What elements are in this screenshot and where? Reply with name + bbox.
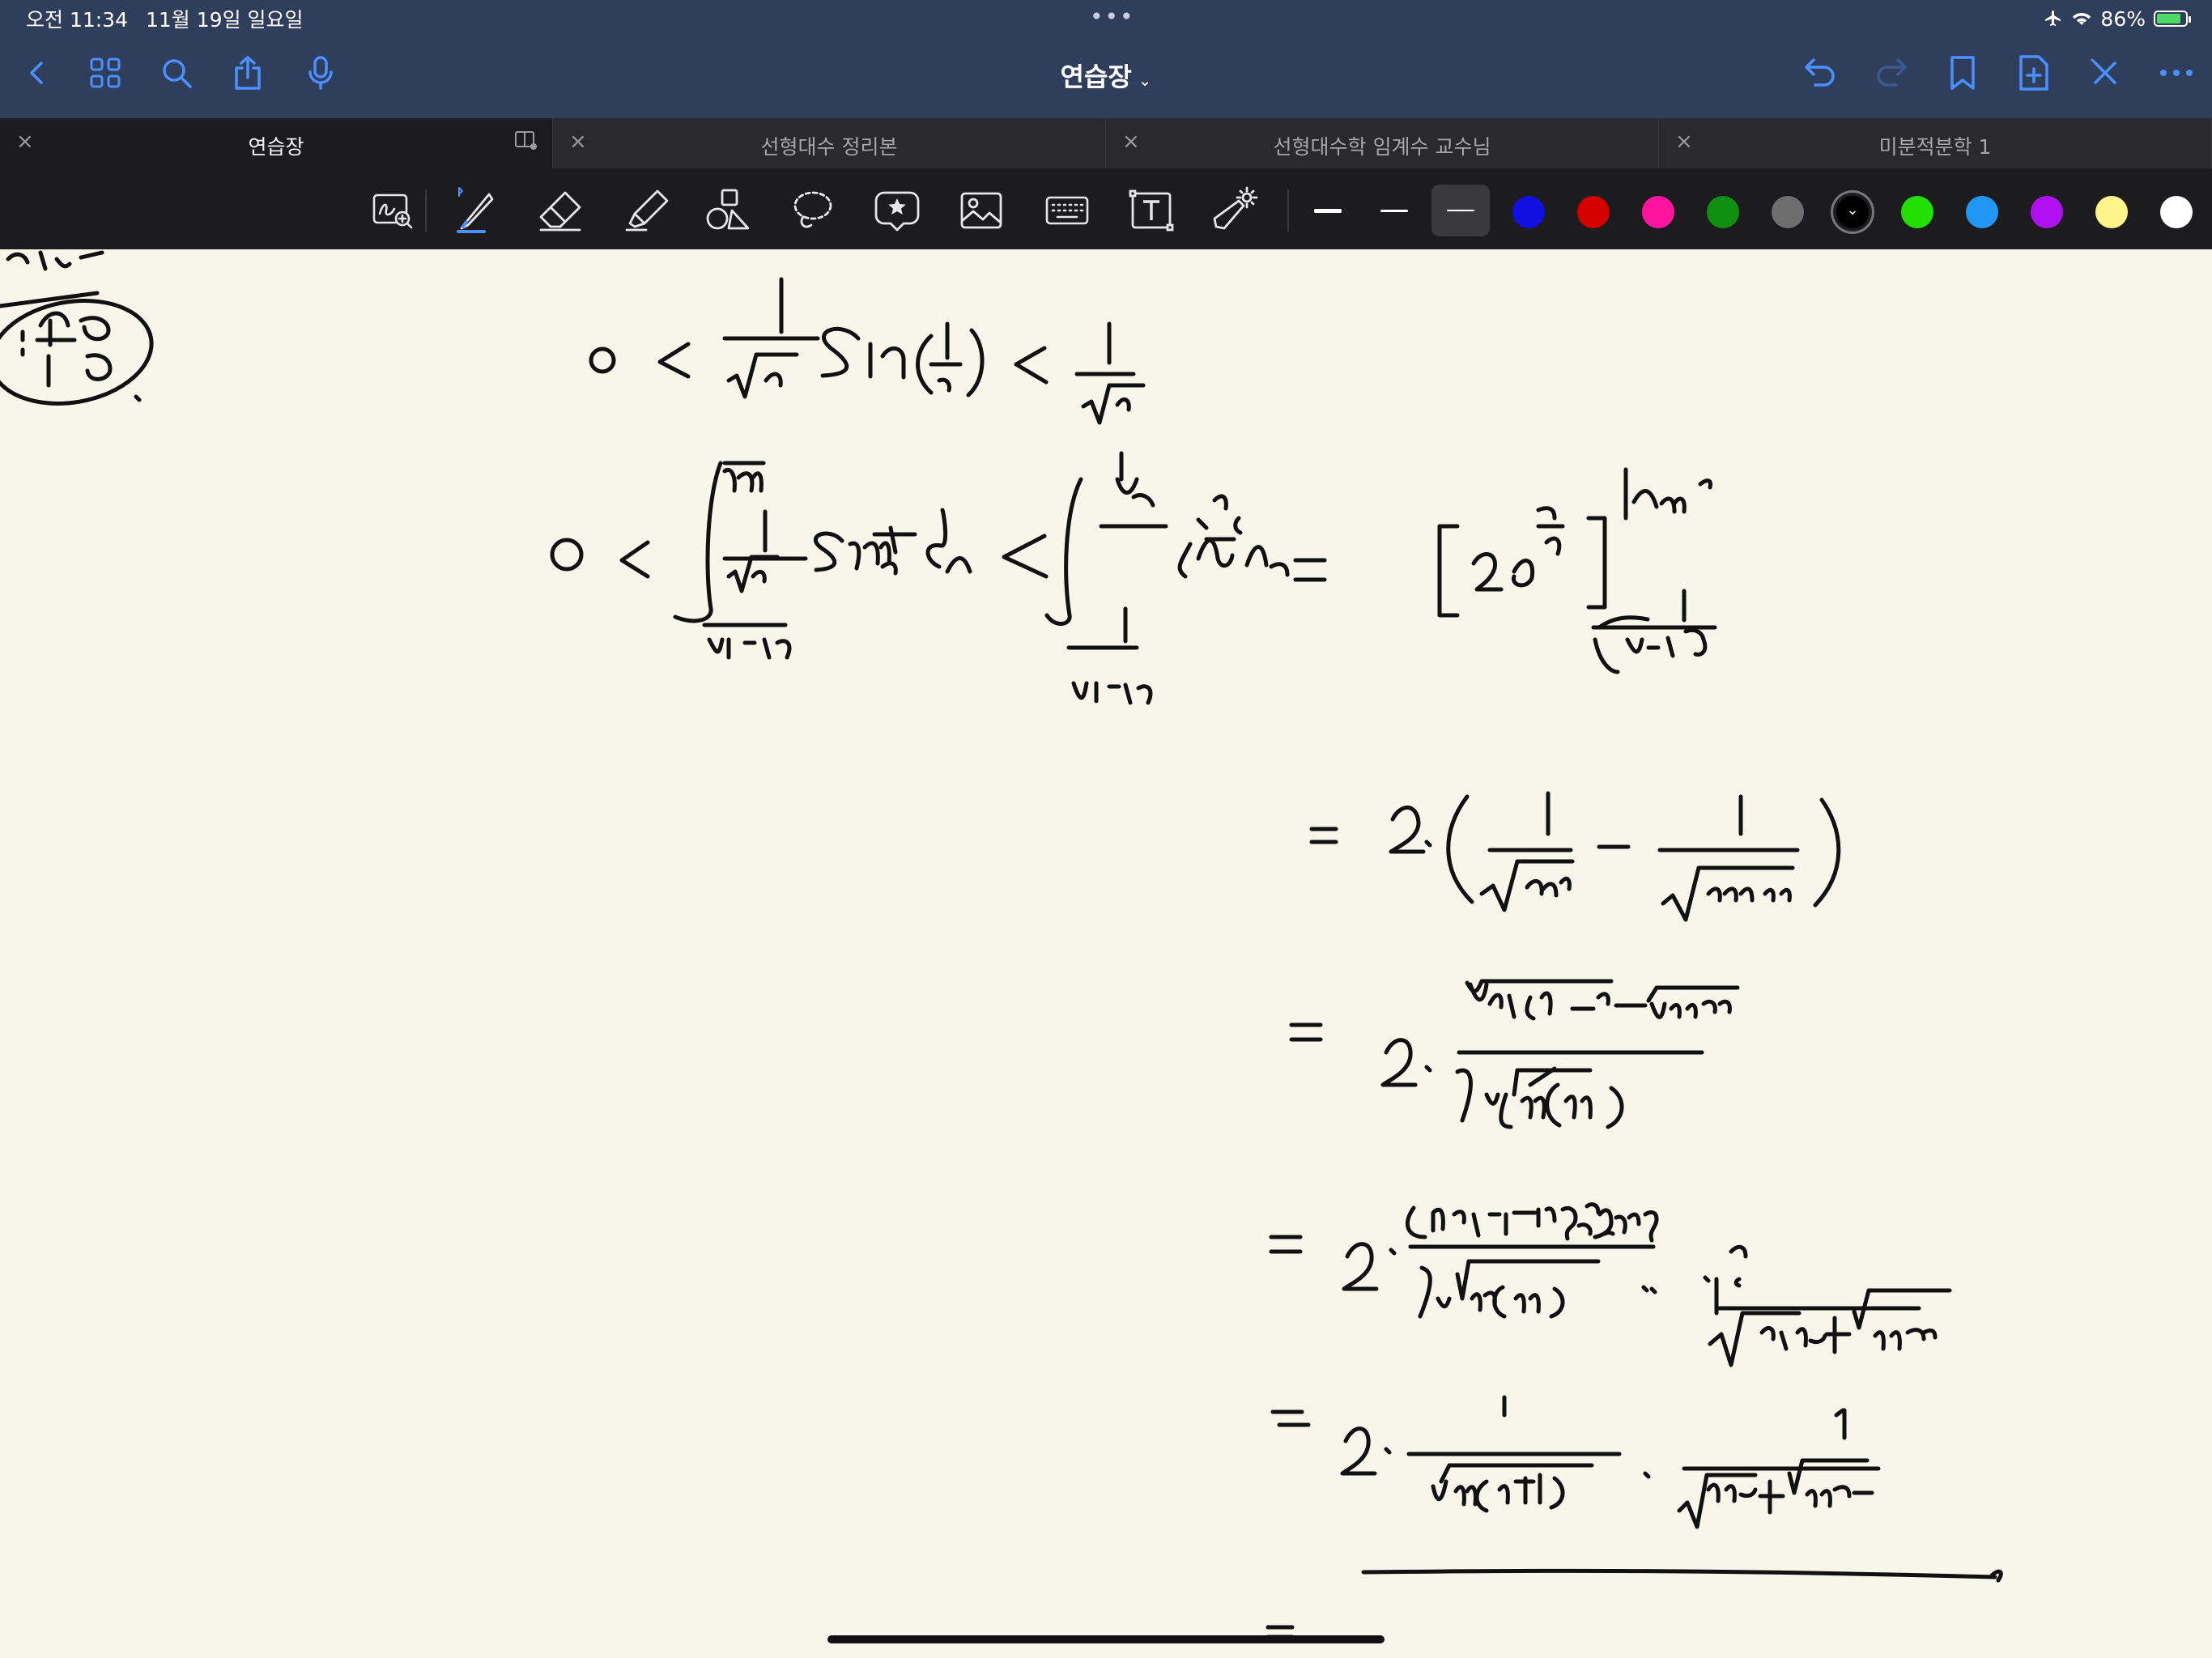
- lasso-icon[interactable]: [789, 186, 837, 235]
- color-yellow-swatch[interactable]: [2095, 196, 2128, 228]
- stroke-medium-button[interactable]: [1431, 185, 1490, 236]
- redo-icon[interactable]: [1870, 52, 1912, 94]
- keyboard-icon[interactable]: [1043, 186, 1091, 235]
- color-blue-swatch[interactable]: [1512, 196, 1545, 228]
- tab-linear-algebra-summary[interactable]: × 선형대수 정리본: [553, 118, 1106, 168]
- stroke-fine-line: [1380, 209, 1408, 212]
- handwriting-ink: [0, 250, 2003, 1639]
- multitasking-dots-icon[interactable]: •••: [1090, 3, 1135, 30]
- status-right: 86%: [2044, 6, 2191, 31]
- tab-label: 미분적분학 1: [1878, 135, 1992, 159]
- bookmark-icon[interactable]: [1942, 52, 1984, 94]
- more-icon[interactable]: [2155, 52, 2197, 94]
- tab-label: 선형대수 정리본: [760, 135, 898, 159]
- stroke-fine-button[interactable]: [1365, 185, 1423, 236]
- zoom-window-icon[interactable]: [368, 186, 417, 235]
- color-black-swatch[interactable]: ⌄: [1836, 196, 1869, 228]
- tab-linear-algebra-lecture[interactable]: × 선형대수학 임계수 교수님: [1106, 118, 1659, 168]
- color-light-blue-swatch[interactable]: [1966, 196, 1998, 228]
- tab-calculus[interactable]: × 미분적분학 1: [1659, 118, 2212, 168]
- airplane-mode-icon: [2045, 11, 2061, 26]
- color-white-swatch[interactable]: [2160, 196, 2193, 228]
- status-left: 오전 11:34 11월 19일 일요일: [26, 6, 304, 32]
- microphone-icon[interactable]: [300, 52, 342, 94]
- share-icon[interactable]: [227, 52, 269, 94]
- status-time: 오전 11:34: [26, 8, 128, 32]
- document-tabs: × 연습장 × 선형대수 정리본 × 선형대수학 임계수 교수님 × 미분적분학…: [0, 118, 2212, 168]
- tab-close-icon[interactable]: ×: [16, 130, 34, 154]
- document-title-text: 연습장: [1060, 62, 1132, 92]
- tab-close-icon[interactable]: ×: [569, 130, 587, 154]
- highlighter-icon[interactable]: [622, 186, 670, 235]
- back-icon[interactable]: [16, 52, 58, 94]
- split-view-icon[interactable]: [515, 131, 538, 151]
- drawing-toolbar: ⌄: [0, 168, 2212, 249]
- elements-icon[interactable]: [873, 186, 921, 235]
- add-page-icon[interactable]: [2013, 52, 2055, 94]
- stroke-thin-line: [1314, 208, 1342, 213]
- tab-label: 선형대수학 임계수 교수님: [1273, 135, 1491, 159]
- battery-charging-icon: [2154, 11, 2191, 27]
- color-lime-swatch[interactable]: [1901, 196, 1933, 228]
- image-icon[interactable]: [957, 186, 1006, 235]
- wifi-icon: [2073, 13, 2091, 25]
- toolbar-divider: [425, 189, 427, 232]
- toolbar-divider: [1287, 189, 1289, 232]
- battery-percent: 86%: [2100, 6, 2146, 31]
- shapes-icon[interactable]: [704, 186, 753, 235]
- document-title-button[interactable]: 연습장 ⌄: [1060, 62, 1151, 92]
- laser-pointer-icon[interactable]: [1210, 186, 1258, 235]
- color-pink-swatch[interactable]: [1642, 196, 1674, 228]
- color-purple-swatch[interactable]: [2031, 196, 2063, 228]
- tab-label: 연습장: [248, 135, 304, 159]
- home-indicator[interactable]: [827, 1635, 1385, 1643]
- chevron-down-icon: ⌄: [1846, 202, 1859, 219]
- note-canvas[interactable]: [0, 249, 2212, 1658]
- tab-practice[interactable]: × 연습장: [0, 118, 553, 168]
- eraser-icon[interactable]: [536, 186, 585, 235]
- battery-fill: [2157, 14, 2181, 23]
- search-icon[interactable]: [155, 52, 198, 94]
- stroke-thin-button[interactable]: [1299, 185, 1357, 236]
- status-date: 11월 19일 일요일: [146, 8, 304, 32]
- chevron-down-icon: ⌄: [1138, 70, 1152, 90]
- color-red-swatch[interactable]: [1577, 196, 1610, 228]
- tab-close-icon[interactable]: ×: [1675, 130, 1693, 154]
- close-icon[interactable]: [2084, 52, 2126, 94]
- tab-close-icon[interactable]: ×: [1122, 130, 1140, 154]
- top-bar: 오전 11:34 11월 19일 일요일 ••• 86% 연습장 ⌄: [0, 0, 2212, 118]
- undo-icon[interactable]: [1799, 52, 1841, 94]
- thumbnail-grid-icon[interactable]: [84, 52, 126, 94]
- pen-icon[interactable]: [450, 186, 499, 235]
- stroke-medium-line: [1447, 210, 1474, 211]
- color-gray-swatch[interactable]: [1772, 196, 1804, 228]
- color-green-swatch[interactable]: [1707, 196, 1739, 228]
- text-tool-icon[interactable]: [1127, 186, 1176, 235]
